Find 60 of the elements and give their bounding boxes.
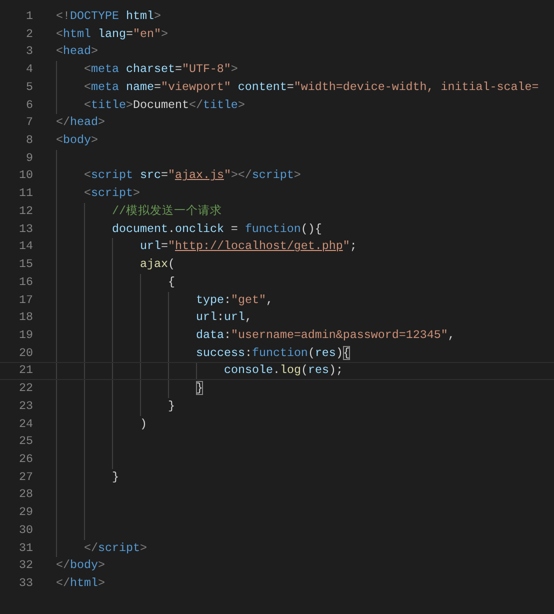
code-line: type:"get", [196, 292, 273, 308]
code-line: ) [140, 416, 147, 433]
line-number: 5 [25, 78, 33, 96]
line-number: 25 [18, 433, 33, 450]
code-line: <meta name="viewport" content="width=device-width, initial-scale= [84, 78, 539, 96]
line-number: 14 [18, 238, 33, 256]
line-number: 19 [18, 326, 33, 344]
line-number: 4 [25, 61, 33, 78]
code-line: </body> [56, 557, 105, 574]
line-number: 31 [18, 540, 33, 557]
code-line: document.onclick = function(){ [112, 220, 322, 238]
code-line: //模拟发送一个请求 [112, 202, 222, 220]
code-line: } [112, 468, 119, 486]
code-line: <html lang="en"> [56, 26, 168, 43]
line-number: 33 [18, 575, 33, 592]
line-number: 7 [25, 114, 33, 132]
code-line: console.log(res); [224, 363, 343, 380]
line-number: 15 [18, 256, 33, 274]
line-number: 32 [18, 557, 33, 574]
code-line: <script src="ajax.js"></script> [84, 167, 301, 184]
line-number: 18 [18, 309, 33, 326]
code-line: data:"username=admin&password=12345", [196, 326, 455, 344]
line-number: 12 [18, 202, 33, 220]
code-line: <script> [84, 185, 140, 202]
code-line: <head> [56, 43, 98, 60]
code-line: </script> [84, 540, 147, 557]
line-number: 20 [18, 344, 33, 362]
line-number: 26 [18, 450, 33, 468]
code-line: { [168, 274, 175, 291]
line-number: 10 [18, 167, 33, 184]
code-line: ajax( [140, 256, 175, 274]
line-number: 16 [18, 274, 33, 291]
code-line: } [196, 380, 203, 398]
line-number: 23 [18, 398, 33, 415]
line-number: 3 [25, 43, 33, 60]
code-line: success:function(res){ [196, 344, 350, 362]
line-number: 8 [25, 132, 33, 150]
line-number: 11 [18, 185, 33, 202]
line-number: 13 [18, 220, 33, 238]
line-number: 28 [18, 486, 33, 504]
line-number: 21 [18, 363, 33, 380]
code-line: url="http://localhost/get.php"; [140, 238, 357, 256]
line-number: 2 [25, 26, 33, 43]
line-number: 17 [18, 292, 33, 308]
line-number: 29 [18, 504, 33, 522]
line-number: 1 [25, 8, 33, 25]
code-line: </head> [56, 114, 105, 132]
code-line: </html> [56, 575, 105, 592]
code-line: <meta charset="UTF-8"> [84, 61, 238, 78]
code-line: } [168, 398, 175, 415]
line-number: 30 [18, 522, 33, 539]
code-line: <body> [56, 132, 98, 150]
line-number: 27 [18, 468, 33, 486]
code-line: url:url, [196, 309, 252, 326]
line-number: 22 [18, 380, 33, 398]
code-line: <!DOCTYPE html> [56, 8, 161, 25]
line-number: 24 [18, 416, 33, 433]
code-line: <title>Document</title> [84, 96, 245, 114]
line-number: 6 [25, 96, 33, 114]
line-number: 9 [25, 150, 33, 167]
